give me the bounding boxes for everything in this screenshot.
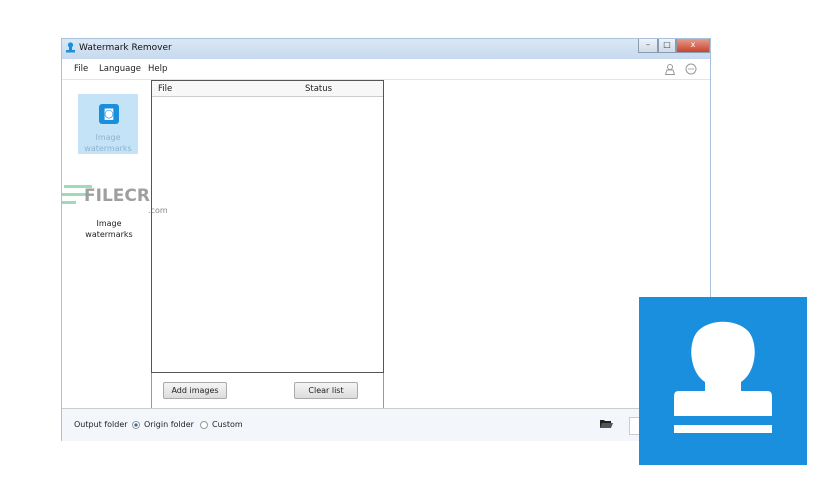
sidebar-item-label: Image [96,219,122,228]
output-bar: Output folder Origin folder Custom [62,408,710,441]
menu-file[interactable]: File [74,64,88,74]
camera-icon: ◙ [99,104,119,124]
stamp-logo-icon [639,297,807,465]
column-file[interactable]: File [158,84,172,94]
custom-label[interactable]: Custom [212,420,243,429]
menu-help[interactable]: Help [148,64,167,74]
app-window: Watermark Remover – □ x File Language He… [61,38,711,441]
watermark-brand: FILECR [84,186,150,206]
sidebar-item-image-watermarks-2[interactable]: FILECR .com Image watermarks [62,179,168,244]
origin-folder-radio[interactable] [132,421,140,429]
chat-icon[interactable] [685,63,697,75]
list-header: File Status [152,81,383,97]
folder-open-icon[interactable] [600,419,613,429]
sidebar-item-label: Image [95,133,121,142]
minimize-button[interactable]: – [638,39,658,53]
clear-list-button[interactable]: Clear list [294,382,358,399]
close-button[interactable]: x [676,39,710,53]
stamp-icon [66,42,75,53]
menu-language[interactable]: Language [99,64,141,74]
custom-radio[interactable] [200,421,208,429]
window-title: Watermark Remover [79,43,172,53]
maximize-button[interactable]: □ [658,39,676,53]
sidebar-item-image-watermarks[interactable]: ◙ Image watermarks [78,94,138,154]
sidebar-item-label: watermarks [84,144,132,153]
title-bar: Watermark Remover – □ x [62,39,710,59]
output-folder-label: Output folder [74,420,128,429]
column-status[interactable]: Status [305,84,332,94]
user-icon[interactable] [664,63,676,75]
add-images-button[interactable]: Add images [163,382,227,399]
origin-folder-label[interactable]: Origin folder [144,420,194,429]
sidebar-item-label: watermarks [85,230,133,239]
file-list[interactable]: File Status [151,80,384,373]
menu-bar: File Language Help [62,59,710,80]
